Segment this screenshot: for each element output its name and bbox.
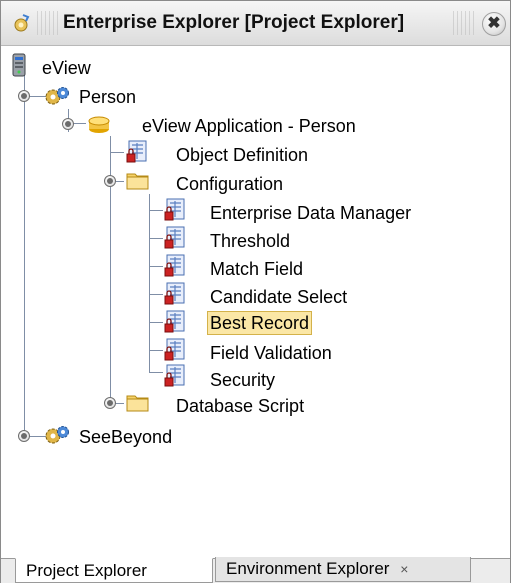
tree-node-candidate-select[interactable]: Candidate Select [207,284,350,310]
collapsed-toggle-icon[interactable] [104,397,116,409]
tree-node-seebeyond[interactable]: SeeBeyond [76,424,175,450]
tree-node-label: Security [210,370,276,390]
tree-node-database-script[interactable]: Database Script [173,393,307,419]
tree-node-enterprise-data-manager[interactable]: Enterprise Data Manager [207,200,414,226]
expand-toggle-icon[interactable] [104,175,116,187]
tree-node-match-field[interactable]: Match Field [207,256,306,282]
locked-document-icon [126,140,148,169]
tab-project-explorer[interactable]: Project Explorer [15,558,213,583]
tree-node-object-definition[interactable]: Object Definition [173,142,311,168]
tree-node-label: Person [79,87,137,107]
tree-guide [149,210,163,211]
tree-guide [24,64,25,437]
gears-project-icon [43,84,71,113]
tab-close-icon[interactable]: × [400,561,408,577]
tab-label: Project Explorer [26,561,147,580]
tree-guide [149,238,163,239]
tree-node-application[interactable]: eView Application - Person [139,113,359,139]
locked-document-icon [164,282,186,311]
tree-node-field-validation[interactable]: Field Validation [207,340,335,366]
tree-node-label: Database Script [176,396,305,416]
locked-document-icon [164,254,186,283]
tree-node-label: eView Application - Person [142,116,356,136]
locked-document-icon [164,338,186,367]
folder-icon [126,170,150,195]
tree-node-label: Candidate Select [210,287,348,307]
tree-node-label: Object Definition [176,145,309,165]
close-button[interactable]: ✖ [482,12,506,36]
expand-toggle-icon[interactable] [18,90,30,102]
tree-node-label-selected: Best Record [207,311,313,335]
enterprise-explorer-icon [11,13,31,38]
expand-toggle-icon[interactable] [62,118,74,130]
explorer-tab-strip: Project Explorer Environment Explorer × [1,557,510,583]
project-tree[interactable]: eView Person eView Application - Person … [1,46,510,558]
tree-guide [149,350,163,351]
collapsed-toggle-icon[interactable] [18,430,30,442]
tree-node-threshold[interactable]: Threshold [207,228,293,254]
locked-document-icon [164,364,186,393]
database-disk-icon [87,113,111,140]
tree-guide [149,266,163,267]
enterprise-explorer-panel: Enterprise Explorer [Project Explorer] ✖ [0,0,511,583]
tree-guide [110,152,124,153]
tree-node-eview[interactable]: eView [39,55,94,81]
server-icon [12,53,26,82]
gears-project-icon [43,423,71,452]
tree-node-label: Enterprise Data Manager [210,203,412,223]
locked-document-icon [164,226,186,255]
window-title: Enterprise Explorer [Project Explorer] [63,12,405,33]
tree-node-label: Match Field [210,259,304,279]
tree-node-person[interactable]: Person [76,84,139,110]
tree-node-label: eView [42,58,91,78]
tree-node-best-record[interactable]: Best Record [207,310,313,336]
tree-node-label: SeeBeyond [79,427,173,447]
title-grip-left [37,11,61,35]
tab-environment-explorer[interactable]: Environment Explorer × [215,557,471,582]
tree-guide [149,194,150,372]
tree-node-configuration[interactable]: Configuration [173,171,286,197]
title-grip-right [453,11,475,35]
tree-node-security[interactable]: Security [207,367,278,393]
tree-guide [149,294,163,295]
tree-node-label: Threshold [210,231,291,251]
locked-document-icon [164,310,186,339]
tab-label: Environment Explorer [226,559,390,578]
tree-guide [149,322,163,323]
tree-node-label: Field Validation [210,343,332,363]
title-bar[interactable]: Enterprise Explorer [Project Explorer] ✖ [1,1,510,46]
folder-icon [126,392,150,417]
locked-document-icon [164,198,186,227]
tree-node-label: Configuration [176,174,284,194]
tree-guide [149,372,163,373]
